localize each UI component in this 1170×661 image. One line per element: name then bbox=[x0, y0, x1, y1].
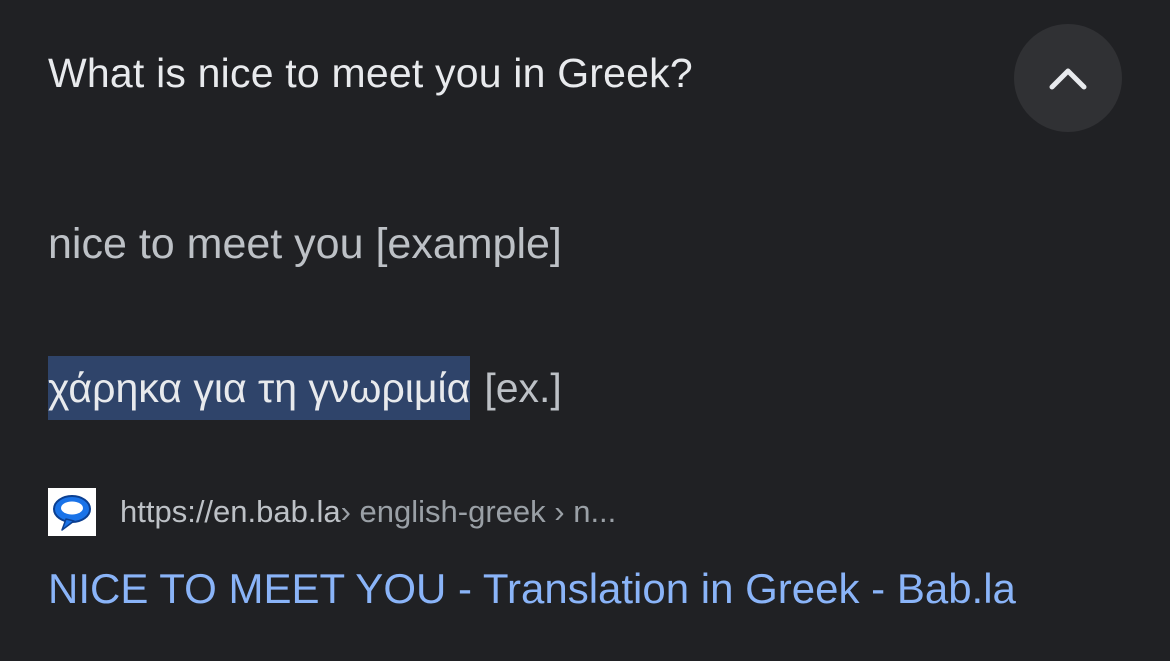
chevron-up-icon bbox=[1049, 68, 1087, 90]
collapse-button[interactable] bbox=[1014, 24, 1122, 132]
translation-line: χάρηκα για τη γνωριμία [ex.] bbox=[48, 356, 562, 420]
faq-card: What is nice to meet you in Greek? nice … bbox=[0, 0, 1170, 661]
source-citation[interactable]: https://en.bab.la › english-greek › n... bbox=[48, 488, 616, 536]
speech-bubble-icon bbox=[48, 488, 96, 536]
example-phrase: nice to meet you [example] bbox=[48, 220, 562, 268]
highlighted-translation: χάρηκα για τη γνωριμία bbox=[48, 356, 471, 420]
source-url-host: https://en.bab.la bbox=[120, 494, 341, 529]
result-title-link[interactable]: NICE TO MEET YOU - Translation in Greek … bbox=[48, 565, 1016, 613]
example-tag: [ex.] bbox=[484, 364, 562, 411]
source-url-path: › english-greek › n... bbox=[340, 494, 617, 529]
question-heading[interactable]: What is nice to meet you in Greek? bbox=[48, 50, 693, 97]
